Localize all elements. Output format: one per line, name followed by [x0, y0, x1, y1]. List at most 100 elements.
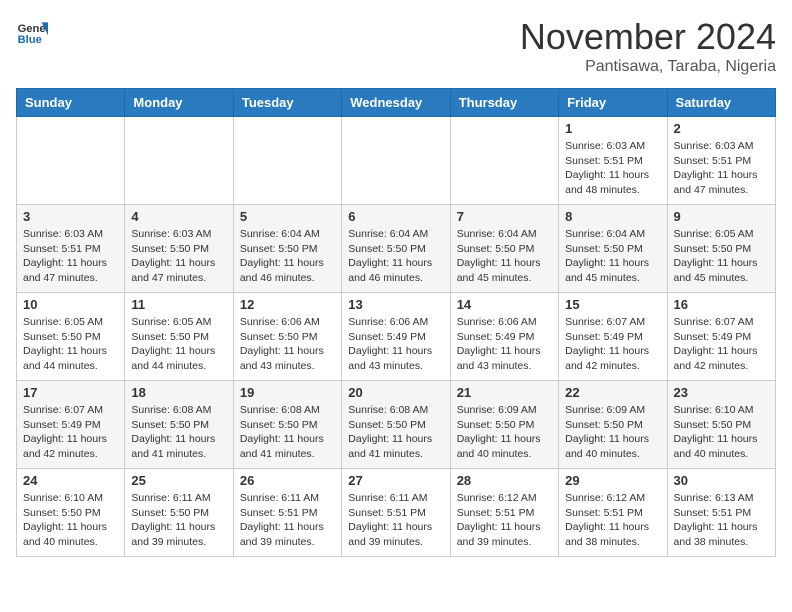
weekday-header-saturday: Saturday — [667, 89, 775, 117]
day-cell: 17 Sunrise: 6:07 AM Sunset: 5:49 PM Dayli… — [17, 381, 125, 469]
day-number: 1 — [565, 121, 660, 136]
day-info: Sunrise: 6:08 AM Sunset: 5:50 PM Dayligh… — [240, 403, 335, 462]
day-number: 19 — [240, 385, 335, 400]
title-block: November 2024 Pantisawa, Taraba, Nigeria — [520, 16, 776, 76]
day-cell: 12 Sunrise: 6:06 AM Sunset: 5:50 PM Dayli… — [233, 293, 341, 381]
day-info: Sunrise: 6:06 AM Sunset: 5:49 PM Dayligh… — [457, 315, 552, 374]
day-cell: 14 Sunrise: 6:06 AM Sunset: 5:49 PM Dayli… — [450, 293, 558, 381]
day-info: Sunrise: 6:07 AM Sunset: 5:49 PM Dayligh… — [565, 315, 660, 374]
day-info: Sunrise: 6:11 AM Sunset: 5:51 PM Dayligh… — [240, 491, 335, 550]
day-number: 10 — [23, 297, 118, 312]
day-cell: 8 Sunrise: 6:04 AM Sunset: 5:50 PM Daylig… — [559, 205, 667, 293]
day-info: Sunrise: 6:11 AM Sunset: 5:50 PM Dayligh… — [131, 491, 226, 550]
day-info: Sunrise: 6:07 AM Sunset: 5:49 PM Dayligh… — [674, 315, 769, 374]
day-number: 26 — [240, 473, 335, 488]
day-cell: 10Sunrise: 6:05 AM Sunset: 5:50 PM Dayli… — [17, 293, 125, 381]
day-number: 27 — [348, 473, 443, 488]
weekday-header-wednesday: Wednesday — [342, 89, 450, 117]
day-info: Sunrise: 6:06 AM Sunset: 5:49 PM Dayligh… — [348, 315, 443, 374]
day-number: 3 — [23, 209, 118, 224]
day-number: 9 — [674, 209, 769, 224]
day-number: 23 — [674, 385, 769, 400]
week-row-3: 10 Sunrise: 6:05 AM Sunset: 5:50 PM Dayli… — [17, 293, 776, 381]
day-cell: 5 Sunrise: 6:04 AM Sunset: 5:50 PM Daylig… — [233, 205, 341, 293]
day-cell: 18 Sunrise: 6:08 AM Sunset: 5:50 PM Dayli… — [125, 381, 233, 469]
calendar-table: SundayMondayTuesdayWednesdayThursdayFrid… — [16, 88, 776, 557]
day-info: Sunrise: 6:05 AM Sunset: 5:50 PM Dayligh… — [674, 227, 769, 286]
day-info: Sunrise: 6:04 AM Sunset: 5:50 PM Dayligh… — [240, 227, 335, 286]
day-cell: 26 Sunrise: 6:11 AM Sunset: 5:51 PM Dayli… — [233, 469, 341, 557]
weekday-header-tuesday: Tuesday — [233, 89, 341, 117]
weekday-header-friday: Friday — [559, 89, 667, 117]
day-info: Sunrise: 6:09 AM Sunset: 5:50 PM Dayligh… — [565, 403, 660, 462]
day-number: 14 — [457, 297, 552, 312]
day-cell: 13 Sunrise: 6:06 AM Sunset: 5:49 PM Dayli… — [342, 293, 450, 381]
day-cell: 4Sunrise: 6:03 AM Sunset: 5:50 PM Daylig… — [125, 205, 233, 293]
day-number: 7 — [457, 209, 552, 224]
day-cell: 16 Sunrise: 6:07 AM Sunset: 5:49 PM Dayli… — [667, 293, 775, 381]
day-info: Sunrise: 6:05 AM Sunset: 5:50 PM Dayligh… — [131, 315, 226, 374]
day-info: Sunrise: 6:09 AM Sunset: 5:50 PM Dayligh… — [457, 403, 552, 462]
day-number: 12 — [240, 297, 335, 312]
day-cell: 9 Sunrise: 6:05 AM Sunset: 5:50 PM Daylig… — [667, 205, 775, 293]
day-number: 25 — [131, 473, 226, 488]
day-cell: 23 Sunrise: 6:10 AM Sunset: 5:50 PM Dayli… — [667, 381, 775, 469]
day-cell: 30Sunrise: 6:13 AM Sunset: 5:51 PM Dayli… — [667, 469, 775, 557]
day-number: 6 — [348, 209, 443, 224]
day-number: 16 — [674, 297, 769, 312]
day-number: 4 — [131, 209, 226, 224]
day-cell — [342, 117, 450, 205]
day-cell: 27Sunrise: 6:11 AM Sunset: 5:51 PM Dayli… — [342, 469, 450, 557]
day-info: Sunrise: 6:07 AM Sunset: 5:49 PM Dayligh… — [23, 403, 118, 462]
logo-icon: General Blue — [16, 16, 48, 48]
day-number: 24 — [23, 473, 118, 488]
week-row-4: 17 Sunrise: 6:07 AM Sunset: 5:49 PM Dayli… — [17, 381, 776, 469]
day-number: 21 — [457, 385, 552, 400]
day-cell — [125, 117, 233, 205]
day-number: 5 — [240, 209, 335, 224]
day-number: 11 — [131, 297, 226, 312]
logo: General Blue — [16, 16, 48, 48]
month-title: November 2024 — [520, 16, 776, 58]
day-cell: 11 Sunrise: 6:05 AM Sunset: 5:50 PM Dayli… — [125, 293, 233, 381]
day-info: Sunrise: 6:10 AM Sunset: 5:50 PM Dayligh… — [674, 403, 769, 462]
day-number: 13 — [348, 297, 443, 312]
day-info: Sunrise: 6:04 AM Sunset: 5:50 PM Dayligh… — [565, 227, 660, 286]
day-cell: 2Sunrise: 6:03 AM Sunset: 5:51 PM Daylig… — [667, 117, 775, 205]
day-info: Sunrise: 6:04 AM Sunset: 5:50 PM Dayligh… — [348, 227, 443, 286]
weekday-header-monday: Monday — [125, 89, 233, 117]
week-row-2: 3 Sunrise: 6:03 AM Sunset: 5:51 PM Daylig… — [17, 205, 776, 293]
day-number: 15 — [565, 297, 660, 312]
day-number: 8 — [565, 209, 660, 224]
day-number: 17 — [23, 385, 118, 400]
day-info: Sunrise: 6:08 AM Sunset: 5:50 PM Dayligh… — [131, 403, 226, 462]
day-cell — [233, 117, 341, 205]
weekday-header-thursday: Thursday — [450, 89, 558, 117]
day-info: Sunrise: 6:03 AM Sunset: 5:51 PM Dayligh… — [674, 139, 769, 198]
day-cell: 29 Sunrise: 6:12 AM Sunset: 5:51 PM Dayli… — [559, 469, 667, 557]
day-number: 28 — [457, 473, 552, 488]
day-info: Sunrise: 6:03 AM Sunset: 5:51 PM Dayligh… — [23, 227, 118, 286]
day-cell: 22Sunrise: 6:09 AM Sunset: 5:50 PM Dayli… — [559, 381, 667, 469]
day-info: Sunrise: 6:12 AM Sunset: 5:51 PM Dayligh… — [565, 491, 660, 550]
day-cell — [450, 117, 558, 205]
day-info: Sunrise: 6:06 AM Sunset: 5:50 PM Dayligh… — [240, 315, 335, 374]
day-info: Sunrise: 6:10 AM Sunset: 5:50 PM Dayligh… — [23, 491, 118, 550]
day-cell: 6 Sunrise: 6:04 AM Sunset: 5:50 PM Daylig… — [342, 205, 450, 293]
weekday-header-row: SundayMondayTuesdayWednesdayThursdayFrid… — [17, 89, 776, 117]
svg-text:Blue: Blue — [18, 34, 42, 46]
day-info: Sunrise: 6:03 AM Sunset: 5:51 PM Dayligh… — [565, 139, 660, 198]
day-cell: 15 Sunrise: 6:07 AM Sunset: 5:49 PM Dayli… — [559, 293, 667, 381]
day-number: 29 — [565, 473, 660, 488]
day-number: 18 — [131, 385, 226, 400]
week-row-5: 24 Sunrise: 6:10 AM Sunset: 5:50 PM Dayli… — [17, 469, 776, 557]
day-info: Sunrise: 6:12 AM Sunset: 5:51 PM Dayligh… — [457, 491, 552, 550]
day-cell: 21 Sunrise: 6:09 AM Sunset: 5:50 PM Dayli… — [450, 381, 558, 469]
day-info: Sunrise: 6:13 AM Sunset: 5:51 PM Dayligh… — [674, 491, 769, 550]
location: Pantisawa, Taraba, Nigeria — [520, 58, 776, 76]
day-number: 20 — [348, 385, 443, 400]
week-row-1: 1 Sunrise: 6:03 AM Sunset: 5:51 PM Daylig… — [17, 117, 776, 205]
day-info: Sunrise: 6:04 AM Sunset: 5:50 PM Dayligh… — [457, 227, 552, 286]
day-cell: 7 Sunrise: 6:04 AM Sunset: 5:50 PM Daylig… — [450, 205, 558, 293]
day-cell: 3 Sunrise: 6:03 AM Sunset: 5:51 PM Daylig… — [17, 205, 125, 293]
